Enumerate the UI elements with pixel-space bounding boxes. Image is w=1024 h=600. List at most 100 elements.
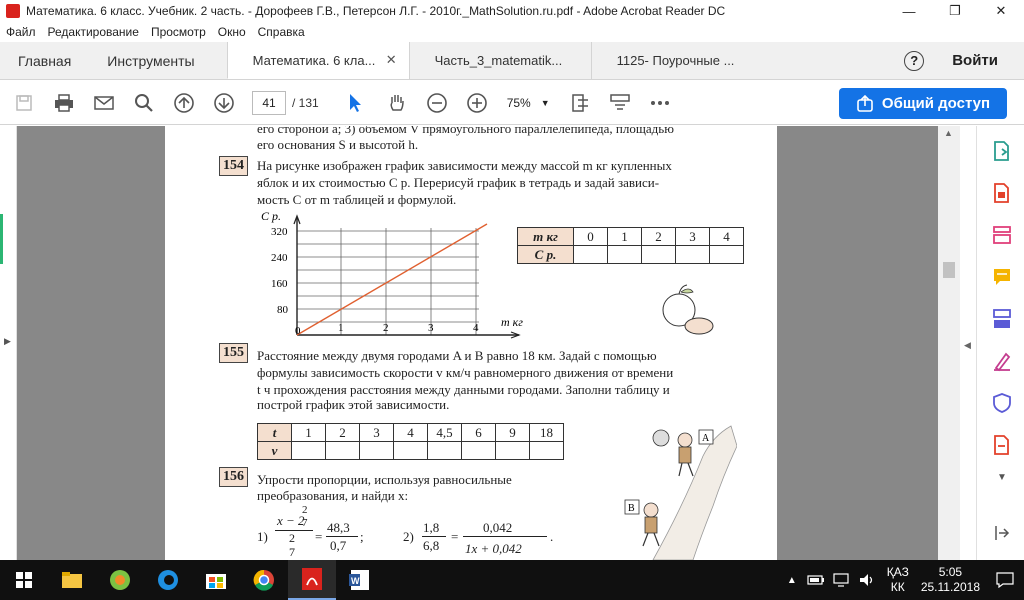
travelers-illustration: A B: [624, 425, 737, 560]
menu-file[interactable]: Файл: [6, 25, 36, 39]
search-icon[interactable]: [124, 83, 164, 123]
share-icon: [857, 94, 873, 112]
expand-left-icon[interactable]: ▶: [4, 336, 11, 347]
start-button[interactable]: [0, 560, 48, 600]
help-icon[interactable]: ?: [904, 50, 925, 71]
battery-icon[interactable]: [807, 574, 825, 586]
expand-tools-icon[interactable]: ▼: [991, 466, 1013, 488]
table-cell: 3: [359, 423, 394, 442]
page-number-input[interactable]: 41: [252, 90, 286, 115]
table-row: v: [257, 441, 564, 460]
table-cell: m кг: [517, 227, 574, 246]
prev-page-icon[interactable]: [164, 83, 204, 123]
y-tick-label: 160: [271, 278, 288, 290]
more-icon[interactable]: [640, 83, 680, 123]
collapse-panel-icon[interactable]: [991, 522, 1013, 544]
file-explorer-icon[interactable]: [48, 560, 96, 600]
menu-view[interactable]: Просмотр: [151, 25, 206, 39]
close-button[interactable]: ✕: [978, 0, 1024, 22]
table-cell: [529, 441, 564, 460]
fraction-line: [463, 536, 547, 537]
table-row: m кг 0 1 2 3 4: [517, 227, 744, 246]
send-for-review-icon[interactable]: [991, 434, 1013, 456]
equation-text: 6,8: [423, 538, 440, 553]
system-tray: ▲ ҚАЗ КК 5:05 25.11.2018: [787, 565, 1024, 595]
page-total: / 131: [292, 95, 319, 110]
zoom-in-icon[interactable]: [457, 83, 497, 123]
table-cell: [495, 441, 530, 460]
protect-icon[interactable]: [991, 392, 1013, 414]
edge-icon[interactable]: [144, 560, 192, 600]
collapse-right-icon[interactable]: ◀: [964, 340, 971, 351]
equals-sign: =: [315, 529, 323, 544]
combine-files-icon[interactable]: [991, 308, 1013, 330]
chrome-icon[interactable]: [240, 560, 288, 600]
scroll-mode-icon[interactable]: [600, 83, 640, 123]
menu-edit[interactable]: Редактирование: [48, 25, 139, 39]
scroll-thumb[interactable]: [943, 262, 955, 278]
svg-text:A: A: [702, 433, 710, 444]
edit-pdf-icon[interactable]: [991, 224, 1013, 246]
volume-icon[interactable]: [859, 573, 875, 587]
time-label: 5:05: [938, 565, 963, 579]
show-hidden-icon[interactable]: ▲: [787, 575, 797, 586]
tab-tools[interactable]: Инструменты: [89, 42, 226, 79]
doc-tab-3[interactable]: 1125- Поурочные ...: [590, 42, 773, 79]
table-cell: [325, 441, 360, 460]
table-cell: [291, 441, 326, 460]
text-line: Упрости пропорции, используя равносильны…: [257, 472, 512, 487]
language-indicator[interactable]: ҚАЗ КК: [887, 565, 909, 595]
menu-window[interactable]: Окно: [218, 25, 246, 39]
equation-text: 1x + 0,042: [465, 541, 522, 556]
tab-bar: Главная Инструменты Математика. 6 кла...…: [0, 42, 1024, 80]
comment-icon[interactable]: [991, 266, 1013, 288]
equation-text: x − 2: [277, 513, 305, 528]
store-icon[interactable]: [192, 560, 240, 600]
equation-text: 0,042: [483, 520, 513, 535]
doc-tab-1[interactable]: Математика. 6 кла... ✕: [226, 42, 409, 79]
export-pdf-icon[interactable]: [991, 140, 1013, 162]
taskbar: W ▲ ҚАЗ КК 5:05 25.11.2018: [0, 560, 1024, 600]
save-icon[interactable]: [4, 83, 44, 123]
mail-icon[interactable]: [84, 83, 124, 123]
tab-home[interactable]: Главная: [0, 42, 89, 79]
doc-tab-2[interactable]: Часть_3_matematik...: [408, 42, 591, 79]
table-cell: 1: [291, 423, 326, 442]
table-cell: [359, 441, 394, 460]
scroll-up-icon[interactable]: ▲: [944, 128, 953, 138]
next-page-icon[interactable]: [204, 83, 244, 123]
title-bar: Математика. 6 класс. Учебник. 2 часть. -…: [0, 0, 1024, 22]
zoom-out-icon[interactable]: [417, 83, 457, 123]
fill-sign-icon[interactable]: [991, 350, 1013, 372]
table-cell: 18: [529, 423, 564, 442]
table-cell: [607, 245, 642, 264]
network-icon[interactable]: [833, 573, 851, 587]
table-154: m кг 0 1 2 3 4 C р.: [517, 227, 744, 264]
create-pdf-icon[interactable]: [991, 182, 1013, 204]
maximize-button[interactable]: ❐: [932, 0, 978, 22]
print-icon[interactable]: [44, 83, 84, 123]
text-line: Расстояние между двумя городами A и B ра…: [257, 348, 657, 363]
hand-tool-icon[interactable]: [377, 83, 417, 123]
table-cell: [641, 245, 676, 264]
minimize-button[interactable]: —: [886, 0, 932, 22]
login-button[interactable]: Войти: [952, 52, 998, 69]
media-app-icon[interactable]: [96, 560, 144, 600]
select-tool-icon[interactable]: [333, 83, 377, 123]
fit-page-icon[interactable]: [560, 83, 600, 123]
table-cell: 4,5: [427, 423, 462, 442]
table-cell: 9: [495, 423, 530, 442]
doc-tab-label: Часть_3_matematik...: [434, 53, 563, 68]
vertical-scrollbar[interactable]: ▲: [938, 126, 960, 560]
word-icon[interactable]: W: [336, 560, 384, 600]
clock[interactable]: 5:05 25.11.2018: [921, 565, 980, 595]
close-tab-icon[interactable]: ✕: [386, 52, 397, 68]
language-label: ҚАЗ: [886, 565, 909, 579]
menu-help[interactable]: Справка: [258, 25, 305, 39]
zoom-select[interactable]: 75% ▼: [507, 96, 550, 110]
notifications-icon[interactable]: [996, 572, 1014, 588]
share-button[interactable]: Общий доступ: [839, 88, 1007, 119]
table-cell: v: [257, 441, 292, 460]
acrobat-taskbar-icon[interactable]: [288, 560, 336, 600]
svg-text:W: W: [351, 576, 360, 586]
